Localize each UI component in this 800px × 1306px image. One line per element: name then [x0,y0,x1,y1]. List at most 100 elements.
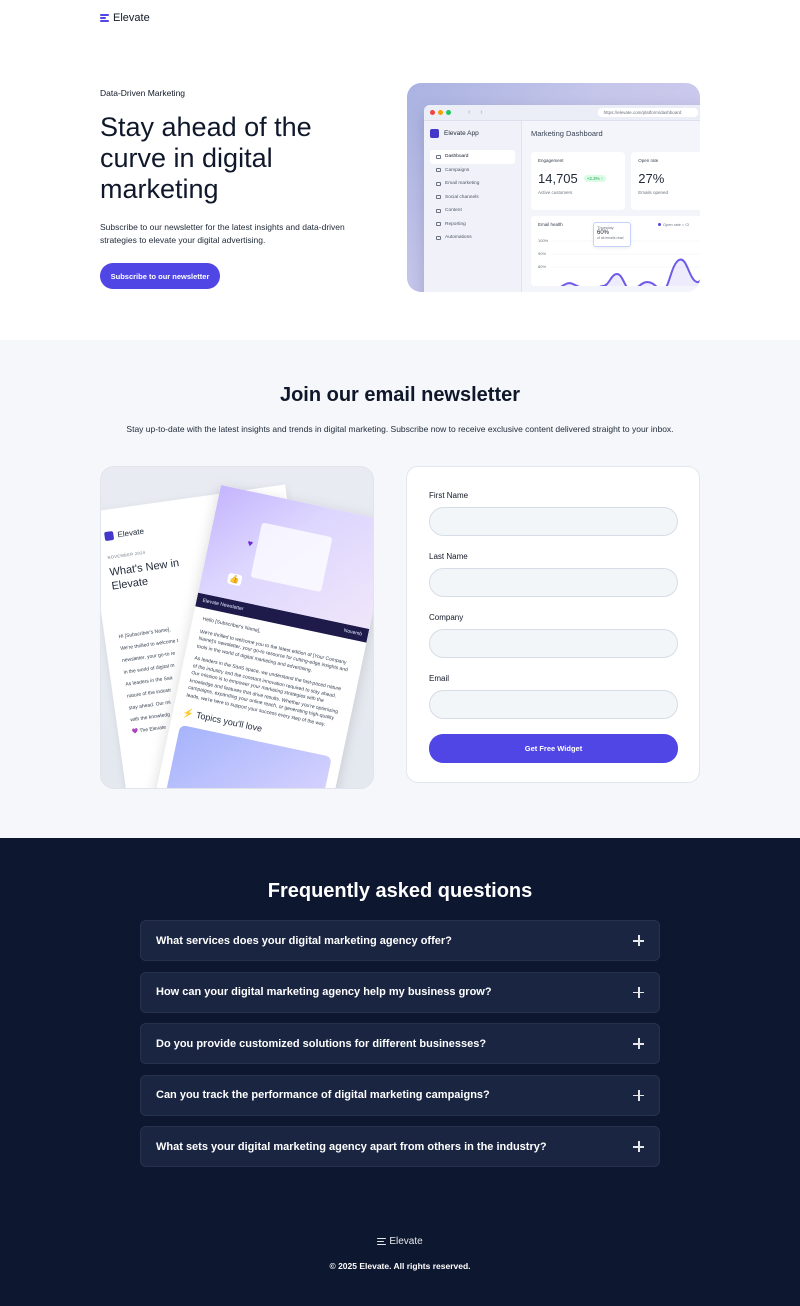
faq-question: What sets your digital marketing agency … [156,1140,547,1153]
flow-icon [436,235,441,240]
get-free-widget-button[interactable]: Get Free Widget [429,734,678,763]
dashboard-sidebar: Elevate App Dashboard Campaigns Email ma… [424,121,522,292]
engagement-badge: +2.3% ↑ [583,175,607,182]
engagement-card: Engagement 14,705 +2.3% ↑ Active custome… [531,152,626,210]
dashboard-main: Marketing Dashboard Engagement 14,705 +2… [522,121,700,292]
elevate-logo-icon [100,14,109,22]
dashboard-window: ‹ › https://elevate.com/platform/dashboa… [424,105,700,292]
hero-title: Stay ahead of the curve in digital marke… [100,112,312,204]
legend-dot-icon [658,223,661,226]
topic-card-image [165,724,332,788]
dashboard-nav-content: Content [430,204,515,218]
nav-label: Dashboard [445,154,469,160]
subscribe-button[interactable]: Subscribe to our newsletter [100,263,220,289]
last-name-label: Last Name [429,552,468,561]
dashboard-nav-email: Email marketing [430,177,515,191]
brand-name: Elevate [113,12,150,24]
nav-label: Content [445,208,462,214]
paper-brand: Elevate [116,526,145,540]
newsletter-description: Stay up-to-date with the latest insights… [126,424,674,434]
paper-headline: What's New in Elevate [108,557,180,593]
company-label: Company [429,613,464,622]
browser-url: https://elevate.com/platform/dashboard [597,108,698,117]
dashboard-mockup-image: ‹ › https://elevate.com/platform/dashboa… [407,83,700,292]
nav-label: Social channels [445,194,479,200]
dashboard-nav-campaigns: Campaigns [430,164,515,178]
plus-icon[interactable] [633,1089,644,1101]
nav-label: Email marketing [445,181,480,187]
newsletter-section: Join our email newsletter Stay up-to-dat… [0,340,800,838]
dashboard-nav-automations: Automations [430,231,515,245]
hero-text: Data-Driven Marketing Stay ahead of the … [100,88,380,289]
faq-question: Do you provide customized solutions for … [156,1037,487,1050]
faq-question: What services does your digital marketin… [156,934,452,947]
brand-logo[interactable]: Elevate [100,12,150,24]
dashboard-app-name: Elevate App [444,130,479,137]
edit-icon [436,208,441,213]
email-input[interactable] [429,690,678,719]
heart-outline-icon [436,195,441,200]
elevate-logo-icon [377,1237,387,1246]
dashboard-nav-dashboard: Dashboard [430,150,515,164]
first-name-label: First Name [429,491,469,500]
newsletter-preview-image: Elevate NOVEMBER 2024 What's New in Elev… [100,466,374,789]
chart-tick: 90% [538,251,547,256]
dashboard-app-title: Elevate App [430,129,515,138]
engagement-value-row: 14,705 +2.3% ↑ [538,171,618,186]
copyright-text: © 2025 Elevate. All rights reserved. [329,1261,471,1271]
faq-item[interactable]: Can you track the performance of digital… [140,1074,660,1116]
nav-label: Reporting [445,221,466,227]
browser-bar: ‹ › https://elevate.com/platform/dashboa… [424,105,700,121]
first-name-input[interactable] [429,507,678,536]
email-health-chart: Email health Open rate ○ Cl 100% 90% 80%… [531,216,700,286]
open-rate-sub: Emails opened [638,190,669,195]
chart-tick: 80% [538,264,547,269]
legend-label: Open rate ○ Cl [663,222,690,227]
plus-icon[interactable] [633,986,644,998]
engagement-label: Engagement [538,158,564,163]
faq-question: Can you track the performance of digital… [156,1089,490,1102]
tooltip-sub: of all emails read [597,236,624,240]
faq-item[interactable]: What sets your digital marketing agency … [140,1126,660,1168]
faq-list: What services does your digital marketin… [140,920,660,1178]
footer-brand: Elevate [389,1236,423,1247]
window-close-dot [430,110,435,115]
plus-icon[interactable] [633,935,644,946]
hero-description: Subscribe to our newsletter for the late… [100,222,345,245]
faq-item[interactable]: How can your digital marketing agency he… [140,971,660,1013]
elevate-logo-icon [104,530,115,542]
heart-icon: ♥ [246,537,254,549]
company-input[interactable] [429,629,678,658]
last-name-input[interactable] [429,568,678,597]
engagement-sub: Active customers [538,190,573,195]
hero-eyebrow: Data-Driven Marketing [100,88,186,98]
email-label: Email [429,674,450,683]
dashboard-nav-reporting: Reporting [430,218,515,232]
chart-tick: 100% [538,238,549,243]
bar-chart-icon [436,222,441,227]
band-date: Novemb [343,627,363,638]
faq-section: Frequently asked questions What services… [0,838,800,1306]
megaphone-icon [436,168,441,173]
open-rate-card: Open rate 27% Emails opened [631,152,700,210]
browser-nav-arrows-icon: ‹ › [468,109,487,116]
faq-item[interactable]: Do you provide customized solutions for … [140,1023,660,1065]
dashboard-nav-social: Social channels [430,191,515,205]
open-rate-label: Open rate [638,158,659,163]
faq-item[interactable]: What services does your digital marketin… [140,920,660,961]
footer-logo[interactable]: Elevate [0,1236,800,1247]
elevate-app-icon [430,129,439,138]
newsletter-title: Join our email newsletter [279,384,521,406]
document-illustration [250,522,333,593]
plus-icon[interactable] [633,1038,644,1050]
engagement-value: 14,705 [538,171,578,186]
faq-question: How can your digital marketing agency he… [156,986,492,999]
open-rate-value: 27% [638,171,665,186]
email-health-legend: Open rate ○ Cl [658,222,689,227]
chart-tooltip: Thursday 60% of all emails read [593,222,631,247]
hero-section: Data-Driven Marketing Stay ahead of the … [0,36,800,340]
nav-label: Automations [445,235,472,241]
dashboard-title: Marketing Dashboard [531,129,603,138]
newsletter-form: First Name Last Name Company Email Get F… [406,466,700,783]
plus-icon[interactable] [633,1141,644,1153]
